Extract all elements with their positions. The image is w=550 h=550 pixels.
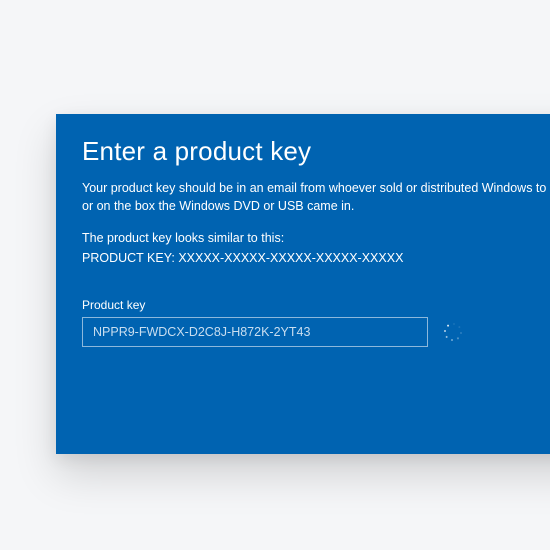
loading-spinner-icon [444, 323, 462, 341]
dialog-title: Enter a product key [82, 136, 550, 167]
field-label: Product key [82, 298, 550, 312]
dialog-description: Your product key should be in an email f… [82, 179, 550, 215]
similar-label: The product key looks similar to this: [82, 229, 550, 247]
product-key-input[interactable] [82, 317, 428, 347]
similar-example: PRODUCT KEY: XXXXX-XXXXX-XXXXX-XXXXX-XXX… [82, 249, 550, 267]
input-row [82, 317, 550, 347]
product-key-dialog: Enter a product key Your product key sho… [56, 114, 550, 454]
